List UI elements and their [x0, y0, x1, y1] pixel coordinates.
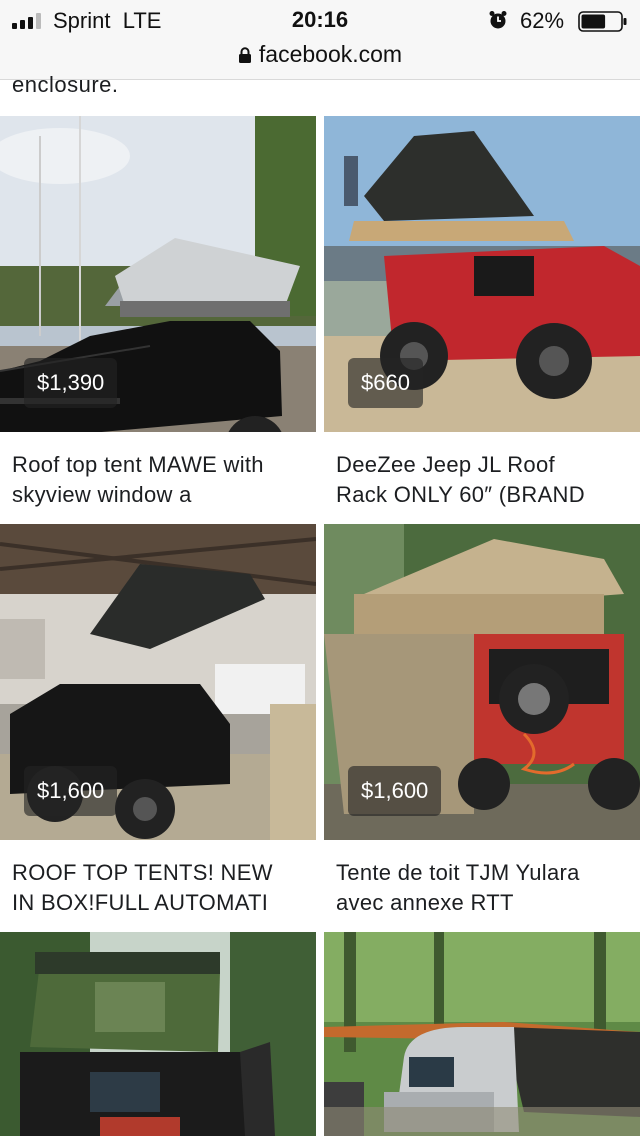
- carrier-label: Sprint LTE: [53, 8, 162, 33]
- listing-card[interactable]: $1,600 ROOF TOP TENTS! NEW IN BOX!FULL A…: [0, 524, 316, 924]
- listing-title[interactable]: ROOF TOP TENTS! NEW IN BOX!FULL AUTOMATI: [12, 858, 312, 918]
- listing-photo[interactable]: $1,600: [0, 524, 316, 840]
- price-badge: $660: [348, 358, 423, 408]
- listing-photo[interactable]: $1,390: [0, 116, 316, 432]
- lock-icon: [238, 47, 251, 63]
- listing-title[interactable]: Roof top tent MAWE with skyview window a: [12, 450, 312, 510]
- status-bar: Sprint LTE 20:16 62%: [0, 0, 640, 40]
- clock-time: 20:16: [291, 7, 349, 32]
- listing-card[interactable]: $1,600 Tente de toit TJM Yulara avec ann…: [324, 524, 640, 924]
- price-badge: $1,600: [24, 766, 118, 816]
- listing-card[interactable]: [324, 932, 640, 1136]
- previous-listing-text: enclosure.: [12, 72, 119, 97]
- price-badge: $1,600: [348, 766, 442, 816]
- listing-photo[interactable]: $1,600: [324, 524, 640, 840]
- listing-title[interactable]: DeeZee Jeep JL Roof Rack ONLY 60″ (BRAND: [336, 450, 636, 510]
- battery-percent: 62%: [520, 8, 565, 33]
- listing-title[interactable]: Tente de toit TJM Yulara avec annexe RTT: [336, 858, 636, 918]
- listing-card[interactable]: [0, 932, 316, 1136]
- listing-photo[interactable]: [0, 932, 316, 1136]
- battery-icon: [578, 11, 627, 32]
- signal-strength-icon: [12, 13, 41, 29]
- alarm-clock-icon: [489, 11, 507, 29]
- url-text: facebook.com: [258, 41, 403, 67]
- listing-card[interactable]: $660 DeeZee Jeep JL Roof Rack ONLY 60″ (…: [324, 116, 640, 516]
- listing-card[interactable]: $1,390 Roof top tent MAWE with skyview w…: [0, 116, 316, 516]
- listing-photo[interactable]: $660: [324, 116, 640, 432]
- listing-photo[interactable]: [324, 932, 640, 1136]
- price-badge: $1,390: [24, 358, 118, 408]
